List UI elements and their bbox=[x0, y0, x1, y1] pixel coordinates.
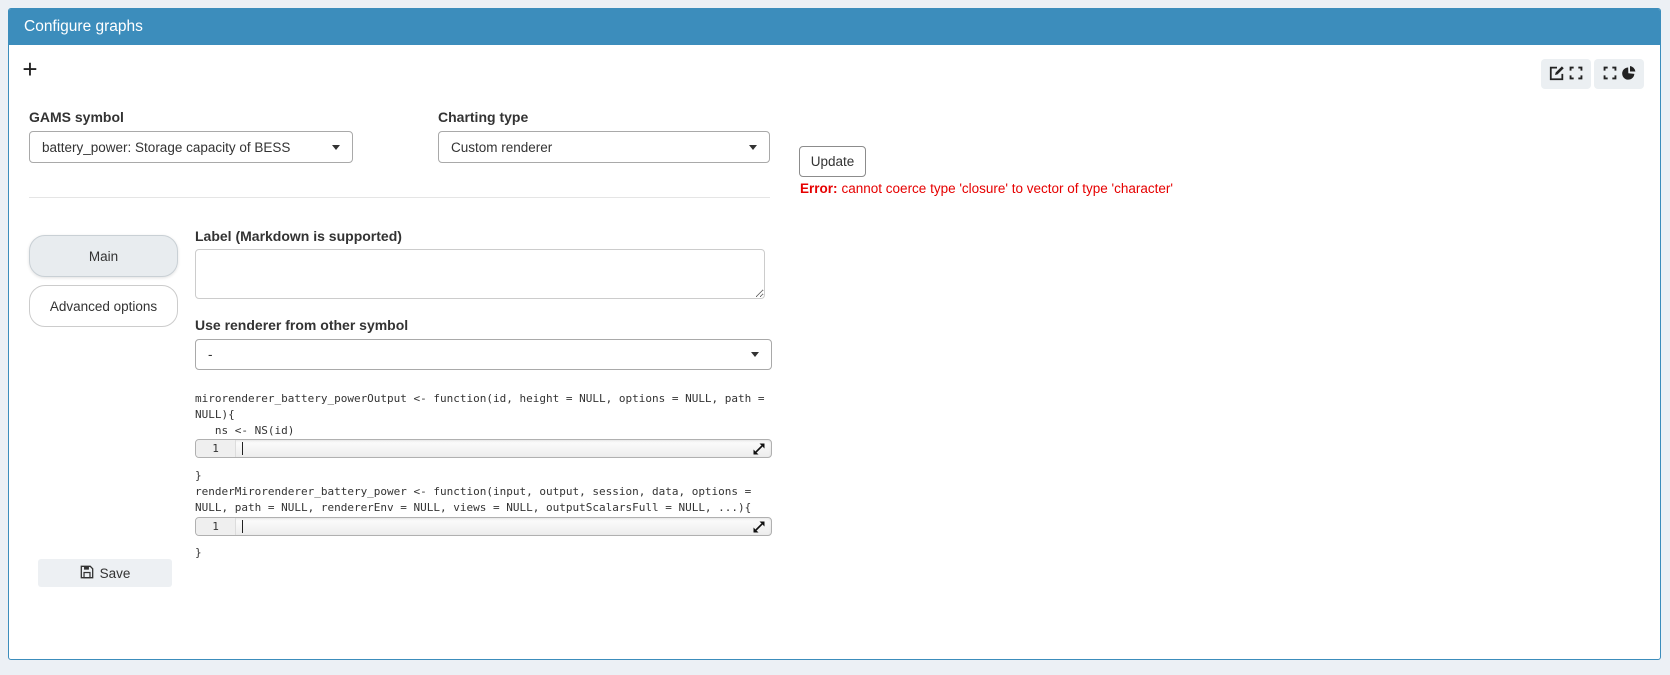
preview-fullscreen-button[interactable] bbox=[1594, 59, 1644, 89]
gams-symbol-value: battery_power: Storage capacity of BESS bbox=[42, 140, 290, 155]
label-markdown-label: Label (Markdown is supported) bbox=[195, 228, 402, 244]
editor-cursor bbox=[242, 442, 243, 455]
toolbar-group bbox=[1541, 59, 1644, 89]
editor-line-number: 1 bbox=[196, 440, 236, 457]
error-text: cannot coerce type 'closure' to vector o… bbox=[842, 181, 1173, 196]
caret-down-icon bbox=[749, 145, 757, 150]
error-prefix: Error: bbox=[800, 181, 838, 196]
renderer-output-signature-code: mirorenderer_battery_powerOutput <- func… bbox=[195, 391, 775, 439]
update-button[interactable]: Update bbox=[799, 146, 866, 177]
charting-type-select[interactable]: Custom renderer bbox=[438, 131, 770, 163]
panel-body: + bbox=[9, 45, 1660, 659]
label-markdown-textarea[interactable] bbox=[195, 249, 765, 299]
save-button-label: Save bbox=[100, 566, 131, 581]
renderer-from-symbol-label: Use renderer from other symbol bbox=[195, 317, 408, 333]
panel-title: Configure graphs bbox=[24, 18, 143, 36]
renderer-from-symbol-select[interactable]: - bbox=[195, 339, 772, 370]
configure-graphs-panel: Configure graphs + bbox=[8, 8, 1661, 660]
panel-header: Configure graphs bbox=[9, 9, 1660, 45]
caret-down-icon bbox=[332, 145, 340, 150]
editor-cursor bbox=[242, 520, 243, 533]
save-button[interactable]: Save bbox=[38, 559, 172, 587]
gams-symbol-select[interactable]: battery_power: Storage capacity of BESS bbox=[29, 131, 353, 163]
closing-brace-code: } bbox=[195, 545, 775, 561]
floppy-disk-icon bbox=[80, 565, 94, 582]
render-function-code-editor[interactable]: 1 bbox=[195, 517, 772, 536]
error-message: Error: cannot coerce type 'closure' to ve… bbox=[800, 181, 1173, 196]
expand-arrows-icon[interactable] bbox=[752, 520, 766, 534]
pie-chart-icon bbox=[1621, 65, 1636, 83]
charting-type-value: Custom renderer bbox=[451, 140, 552, 155]
tab-main[interactable]: Main bbox=[29, 235, 178, 277]
charting-type-label: Charting type bbox=[438, 109, 528, 125]
editor-line-number: 1 bbox=[196, 518, 236, 535]
expand-icon bbox=[1603, 66, 1617, 83]
tab-advanced-options[interactable]: Advanced options bbox=[29, 285, 178, 327]
render-function-signature-code: } renderMirorenderer_battery_power <- fu… bbox=[195, 468, 775, 516]
renderer-output-code-editor[interactable]: 1 bbox=[195, 439, 772, 458]
edit-fullscreen-button[interactable] bbox=[1541, 59, 1591, 89]
renderer-from-symbol-value: - bbox=[208, 347, 213, 362]
gams-symbol-label: GAMS symbol bbox=[29, 109, 124, 125]
section-divider bbox=[29, 197, 770, 198]
expand-arrows-icon[interactable] bbox=[752, 442, 766, 456]
expand-icon bbox=[1569, 66, 1583, 83]
edit-icon bbox=[1549, 65, 1565, 84]
caret-down-icon bbox=[751, 352, 759, 357]
add-graph-button[interactable]: + bbox=[17, 55, 43, 83]
